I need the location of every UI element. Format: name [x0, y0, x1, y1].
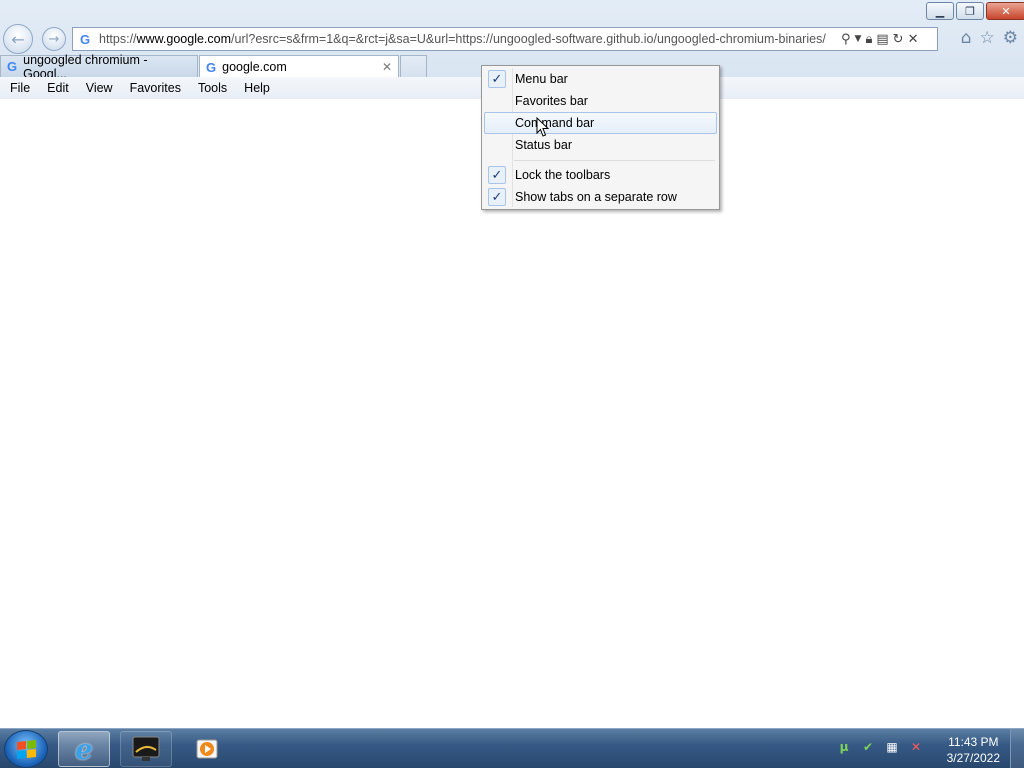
volume-muted-icon[interactable]: ✕	[908, 739, 924, 755]
menu-item-command-bar[interactable]: Command bar	[484, 112, 717, 134]
show-desktop-button[interactable]	[1010, 729, 1024, 768]
tab-google[interactable]: G google.com ✕	[199, 55, 399, 78]
windows-logo-icon	[16, 739, 36, 759]
taskbar-internet-explorer[interactable]: e	[58, 731, 110, 767]
favorites-star-icon[interactable]: ☆	[980, 28, 995, 48]
url-domain: www.google.com	[136, 32, 232, 46]
close-window-button[interactable]: ✕	[986, 2, 1024, 20]
menu-view[interactable]: View	[80, 81, 119, 95]
url-prefix: https://	[99, 32, 137, 46]
google-favicon-icon: G	[79, 31, 91, 47]
menu-help[interactable]: Help	[238, 81, 276, 95]
minimize-icon: ▁	[935, 4, 945, 18]
close-tab-icon[interactable]: ✕	[382, 60, 392, 74]
back-button[interactable]: ←	[3, 24, 33, 54]
google-favicon-icon: G	[206, 59, 217, 75]
media-player-icon	[196, 739, 218, 759]
start-button[interactable]	[4, 730, 48, 768]
home-icon[interactable]: ⌂	[961, 28, 972, 48]
mouse-cursor-icon	[536, 117, 550, 137]
menu-tools[interactable]: Tools	[192, 81, 233, 95]
address-bar[interactable]: G https://www.google.com/url?esrc=s&frm=…	[72, 27, 938, 51]
menu-edit[interactable]: Edit	[41, 81, 75, 95]
internet-explorer-icon: e	[75, 732, 93, 766]
toolbar-context-menu: ✓ Menu bar Favorites bar Command bar Sta…	[481, 65, 720, 210]
minimize-button[interactable]: ▁	[926, 2, 954, 20]
menu-item-label: Command bar	[515, 116, 595, 130]
google-favicon-icon: G	[7, 59, 18, 74]
network-icon[interactable]: ▦	[884, 739, 900, 755]
menu-item-label: Lock the toolbars	[515, 168, 611, 182]
system-clock[interactable]: 11:43 PM 3/27/2022	[947, 734, 1000, 766]
compat-view-icon[interactable]: ▤	[876, 32, 888, 47]
menu-item-label: Menu bar	[515, 72, 568, 86]
search-icon[interactable]: ⚲	[841, 32, 851, 47]
forward-button[interactable]: →	[42, 27, 66, 51]
restore-icon: ❐	[965, 4, 975, 18]
menu-file[interactable]: File	[4, 81, 36, 95]
taskbar-app-2[interactable]	[120, 731, 172, 767]
forward-arrow-icon: →	[48, 31, 60, 47]
menu-item-lock-toolbars[interactable]: ✓ Lock the toolbars	[484, 164, 717, 186]
refresh-icon[interactable]: ↻	[893, 32, 904, 47]
menu-item-label: Favorites bar	[515, 94, 588, 108]
right-toolbar: ⌂ ☆ ⚙	[961, 28, 1018, 48]
clock-date: 3/27/2022	[946, 751, 1000, 765]
address-tools: ⚲ ▼ 🔒︎ ▤ ↻ ✕	[841, 32, 918, 47]
settings-gear-icon[interactable]: ⚙	[1003, 28, 1018, 48]
new-tab-button[interactable]	[400, 55, 427, 77]
lock-icon[interactable]: 🔒︎	[865, 32, 872, 47]
close-icon: ✕	[1001, 4, 1011, 18]
url-rest: /url?esrc=s&frm=1&q=&rct=j&sa=U&url=http…	[231, 32, 826, 46]
menu-item-tabs-separate-row[interactable]: ✓ Show tabs on a separate row	[484, 186, 717, 208]
back-arrow-icon: ←	[11, 29, 25, 49]
menu-item-favorites-bar[interactable]: Favorites bar	[484, 90, 717, 112]
tab-label: google.com	[222, 60, 287, 74]
menu-item-status-bar[interactable]: Status bar	[484, 134, 717, 156]
menu-item-label: Status bar	[515, 138, 572, 152]
system-tray: µ ✔ ▦ ✕	[836, 739, 924, 755]
menu-separator	[484, 156, 717, 164]
checkmark-icon: ✓	[488, 166, 506, 184]
security-shield-icon[interactable]: ✔	[860, 739, 876, 755]
media-center-icon	[132, 736, 160, 761]
clock-time: 11:43 PM	[948, 735, 999, 749]
dropdown-icon[interactable]: ▼	[855, 34, 862, 44]
tab-ungoogled-chromium[interactable]: G ungoogled chromium - Googl...	[0, 53, 198, 81]
tab-strip: G ungoogled chromium - Googl... G google…	[0, 53, 428, 81]
menu-item-menu-bar[interactable]: ✓ Menu bar	[484, 68, 717, 90]
checkmark-icon: ✓	[488, 188, 506, 206]
menu-item-label: Show tabs on a separate row	[515, 190, 677, 204]
utorrent-icon[interactable]: µ	[836, 739, 852, 755]
url-text[interactable]: https://www.google.com/url?esrc=s&frm=1&…	[99, 32, 835, 46]
taskbar-media-player[interactable]	[184, 731, 230, 767]
restore-button[interactable]: ❐	[956, 2, 984, 20]
window-controls: ▁ ❐ ✕	[926, 2, 1024, 20]
checkmark-icon: ✓	[488, 70, 506, 88]
stop-icon[interactable]: ✕	[908, 32, 919, 47]
taskbar: e µ ✔ ▦ ✕ 11:43 PM 3/27/2022	[0, 728, 1024, 768]
menu-favorites[interactable]: Favorites	[124, 81, 187, 95]
